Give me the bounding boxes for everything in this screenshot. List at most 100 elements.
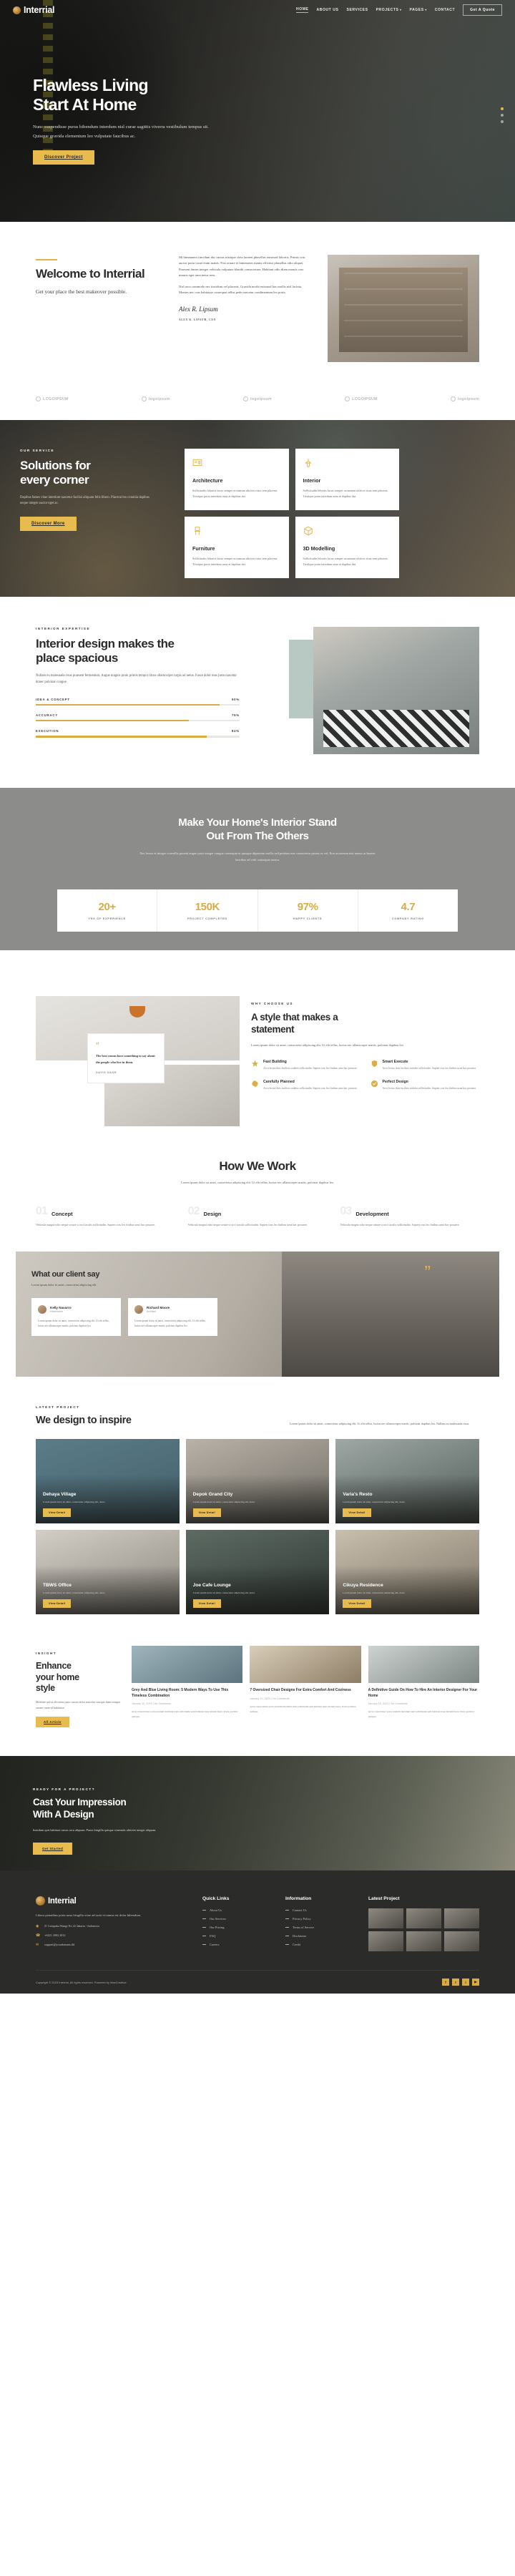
view-detail-button[interactable]: View Detail bbox=[343, 1599, 371, 1609]
footer-thumb[interactable] bbox=[368, 1931, 403, 1952]
nav-item-contact[interactable]: CONTACT bbox=[435, 8, 455, 12]
check-icon bbox=[371, 1080, 378, 1088]
footer-link-disclaimer[interactable]: Disclaimer bbox=[285, 1934, 355, 1938]
all-article-button[interactable]: All Article bbox=[36, 1717, 69, 1728]
why-features: Fast Building Arcu lectus duis facilisis … bbox=[251, 1060, 479, 1091]
expertise-eyebrow: INTERIOR EXPERTISE bbox=[36, 626, 91, 630]
service-card-architecture[interactable]: Architecture Sollicitudin lobortis lacus… bbox=[185, 449, 289, 510]
feature-carefully-planned: Carefully Planned Arcu lectus duis facili… bbox=[251, 1080, 360, 1091]
nav-item-projects[interactable]: PROJECTS ▾ bbox=[376, 8, 402, 12]
skill-bar-execution: EXECUTION 84% bbox=[36, 729, 240, 738]
view-detail-button[interactable]: View Detail bbox=[43, 1599, 72, 1609]
nav-item-about-us[interactable]: ABOUT US bbox=[316, 8, 338, 12]
footer-thumb[interactable] bbox=[406, 1908, 441, 1929]
testimonial-title: What our client say bbox=[31, 1270, 100, 1279]
expertise-content: INTERIOR EXPERTISE Interior design makes… bbox=[36, 627, 240, 759]
client-logo-5: logoipsum bbox=[451, 396, 479, 401]
nav-item-pages[interactable]: PAGES ▾ bbox=[410, 8, 427, 12]
expertise-paragraph: Nullam eu malesuada risus praesent ferme… bbox=[36, 673, 237, 684]
stat-happy-clients: 97% HAPPY CLIENTS bbox=[258, 889, 358, 932]
project-desc: Lorem ipsum dolor sit amet, consectetur … bbox=[343, 1591, 406, 1595]
testimonial-role: Architect bbox=[147, 1310, 157, 1314]
get-a-quote-button[interactable]: Get A Quote bbox=[463, 4, 502, 16]
footer-link-our-services[interactable]: Our Services bbox=[202, 1917, 273, 1921]
service-card-furniture[interactable]: Furniture Sollicitudin lobortis lacus se… bbox=[185, 516, 289, 578]
hero-dot-2[interactable] bbox=[501, 114, 504, 117]
step-title: Concept bbox=[52, 1210, 73, 1217]
quote-author: DAVID NASH bbox=[96, 1070, 117, 1074]
why-quote-card: “ The best rooms have something to say a… bbox=[87, 1033, 165, 1083]
welcome-heading-block: Welcome to Interrial Get your place the … bbox=[36, 255, 163, 362]
logo-mark-icon bbox=[36, 1896, 45, 1906]
blog-post-card[interactable]: A Definitive Guide On How To Hire An Int… bbox=[368, 1646, 479, 1727]
project-card-dehaya-village[interactable]: Dehaya Village Lorem ipsum dolor sit ame… bbox=[36, 1439, 180, 1524]
testimonial-section: ” What our client say Lorem ipsum dolor … bbox=[16, 1252, 499, 1377]
blog-post-card[interactable]: Grey And Blue Living Room: 5 Modern Ways… bbox=[132, 1646, 243, 1727]
view-detail-button[interactable]: View Detail bbox=[43, 1508, 72, 1518]
nav-item-home[interactable]: HOME bbox=[296, 7, 309, 13]
footer-thumb[interactable] bbox=[444, 1931, 479, 1952]
project-card-joe-cafe-lounge[interactable]: Joe Cafe Lounge Lorem ipsum dolor sit am… bbox=[185, 1530, 330, 1615]
facebook-icon[interactable]: f bbox=[442, 1979, 449, 1986]
discover-project-button[interactable]: Discover Project bbox=[33, 150, 94, 165]
testimonial-cards: Kelly Navarro Homeowner Lorem ipsum dolo… bbox=[31, 1298, 217, 1337]
hero-dot-3[interactable] bbox=[501, 120, 504, 123]
service-card-title: 3D Modelling bbox=[303, 545, 335, 552]
service-card-interior[interactable]: Interior Sollicitudin lobortis lacus sem… bbox=[295, 449, 399, 510]
footer-link-our-pricing[interactable]: Our Pricing bbox=[202, 1926, 273, 1929]
instagram-icon[interactable]: i bbox=[462, 1979, 469, 1986]
footer-link-careers[interactable]: Careers bbox=[202, 1943, 273, 1946]
post-meta: January 10, 2023 | No Comments bbox=[132, 1702, 172, 1705]
footer-phone[interactable]: ☎ +6221 2002 2012 bbox=[36, 1933, 190, 1938]
blog-post-card[interactable]: 7 Oversized Chair Designs For Extra Comf… bbox=[250, 1646, 361, 1727]
project-desc: Lorem ipsum dolor sit amet, consectetur … bbox=[43, 1501, 105, 1504]
service-eyebrow: OUR SERVICE bbox=[20, 449, 55, 452]
skill-label: EXECUTION bbox=[36, 729, 59, 733]
footer-link-faq[interactable]: FAQ bbox=[202, 1934, 273, 1938]
service-card-3d-modelling[interactable]: 3D Modelling Sollicitudin lobortis lacus… bbox=[295, 516, 399, 578]
footer-thumb[interactable] bbox=[368, 1908, 403, 1929]
footer-link-about-us[interactable]: About Us bbox=[202, 1908, 273, 1912]
nav-item-services[interactable]: SERVICES bbox=[347, 8, 368, 12]
footer-link-privacy-policy[interactable]: Privacy Policy bbox=[285, 1917, 355, 1921]
how-title: How We Work bbox=[219, 1158, 296, 1173]
expertise-image-group bbox=[254, 626, 479, 759]
footer-thumb[interactable] bbox=[444, 1908, 479, 1929]
hero-dot-1[interactable] bbox=[501, 107, 504, 110]
view-detail-button[interactable]: View Detail bbox=[192, 1599, 221, 1609]
project-card-cikuya-residence[interactable]: Cikuya Residence Lorem ipsum dolor sit a… bbox=[335, 1530, 479, 1615]
youtube-icon[interactable]: ▶ bbox=[472, 1979, 479, 1986]
brand-logo[interactable]: Interrial bbox=[13, 5, 54, 15]
footer-link-contact-us[interactable]: Contact Us bbox=[285, 1908, 355, 1912]
projects-eyebrow: LATEST PROJECT bbox=[36, 1405, 80, 1410]
footer-link-terms-of-service[interactable]: Terms of Service bbox=[285, 1926, 355, 1929]
projects-note: Lorem ipsum dolor sit amet, consectetur … bbox=[290, 1421, 470, 1425]
shield-icon bbox=[371, 1060, 377, 1068]
footer-brand-block: Interrial Libero penatibus porta urna fr… bbox=[36, 1896, 190, 1951]
why-title: A style that makes a statement bbox=[251, 1011, 338, 1035]
view-detail-button[interactable]: View Detail bbox=[192, 1508, 221, 1518]
phone-icon: ☎ bbox=[36, 1933, 41, 1938]
expertise-title: Interior design makes the place spacious bbox=[36, 636, 175, 665]
project-card-tbws-office[interactable]: TBWS Office Lorem ipsum dolor sit amet, … bbox=[36, 1530, 180, 1615]
post-image bbox=[132, 1646, 243, 1684]
get-started-button[interactable]: Get Started bbox=[33, 1842, 73, 1855]
footer-logo[interactable]: Interrial bbox=[36, 1896, 190, 1906]
service-card-title: Architecture bbox=[192, 477, 223, 484]
project-card-depok-grand-city[interactable]: Depok Grand City Lorem ipsum dolor sit a… bbox=[185, 1439, 330, 1524]
feature-desc: Arcu lectus duis facilisis sodales solli… bbox=[382, 1087, 477, 1091]
project-card-varias-resto[interactable]: Varia's Resto Lorem ipsum dolor sit amet… bbox=[335, 1439, 479, 1524]
accent-rule bbox=[36, 259, 57, 260]
footer-email[interactable]: ✉ support@yourdomain.tld bbox=[36, 1943, 190, 1947]
service-title: Solutions for every corner bbox=[20, 459, 91, 487]
site-footer: Interrial Libero penatibus porta urna fr… bbox=[0, 1870, 515, 1994]
twitter-icon[interactable]: t bbox=[452, 1979, 459, 1986]
footer-thumb[interactable] bbox=[406, 1931, 441, 1952]
hero-slider-dots[interactable] bbox=[501, 107, 504, 123]
discover-more-button[interactable]: Discover More bbox=[20, 517, 77, 532]
view-detail-button[interactable]: View Detail bbox=[343, 1508, 371, 1518]
skill-value: 84% bbox=[231, 729, 240, 733]
footer-link-credit[interactable]: Credit bbox=[285, 1943, 355, 1946]
signature-name: Alex R. Lipsum bbox=[179, 305, 218, 313]
location-icon: ◉ bbox=[36, 1923, 39, 1928]
